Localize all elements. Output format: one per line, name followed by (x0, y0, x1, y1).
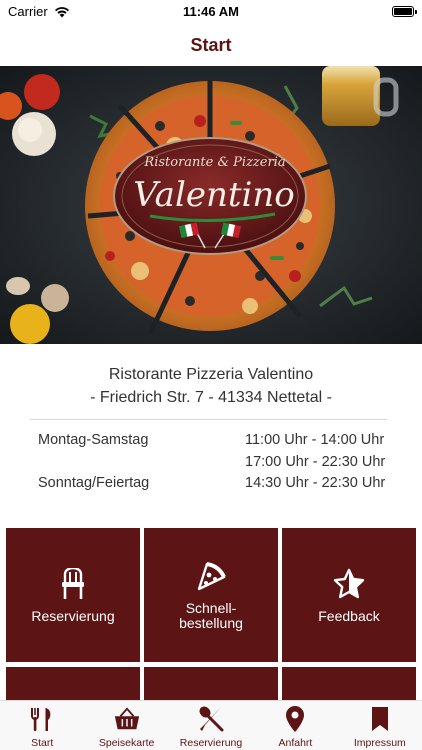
feedback-tile[interactable]: Feedback (282, 528, 416, 662)
hours-time: 14:30 Uhr - 22:30 Uhr (245, 475, 386, 491)
spoon-knife-icon (197, 705, 225, 733)
tab-speisekarte[interactable]: Speisekarte (84, 701, 168, 750)
chair-icon (56, 567, 90, 601)
map-pin-icon (281, 705, 309, 733)
restaurant-name: Ristorante Pizzeria Valentino (108, 366, 314, 383)
action-tiles: Reservierung Schnell- bestellung Feedbac… (0, 528, 422, 703)
bookmark-icon (366, 705, 394, 733)
logo-title: Valentino (133, 175, 295, 215)
partial-tile[interactable] (6, 667, 140, 703)
tab-start[interactable]: Start (0, 701, 84, 750)
navigation-bar: Start (0, 24, 422, 66)
status-bar: Carrier 11:46 AM (0, 0, 422, 24)
partial-tile[interactable] (282, 667, 416, 703)
tab-impressum[interactable]: Impressum (338, 701, 422, 750)
battery-icon (392, 6, 417, 17)
reservation-tile[interactable]: Reservierung (6, 528, 140, 662)
star-icon (332, 567, 366, 601)
tab-label: Anfahrt (278, 737, 313, 749)
quick-order-tile-label: Schnell- bestellung (179, 600, 243, 631)
partial-tile[interactable] (144, 667, 278, 703)
hero-image: Ristorante & Pizzeria Valentino (0, 66, 422, 344)
hours-time: 17:00 Uhr - 22:30 Uhr (245, 454, 386, 470)
tab-anfahrt[interactable]: Anfahrt (253, 701, 337, 750)
logo-subtitle: Ristorante & Pizzeria (143, 155, 285, 170)
fork-knife-icon (28, 705, 56, 733)
tab-label: Impressum (353, 737, 406, 749)
restaurant-info: Ristorante Pizzeria Valentino - Friedric… (0, 344, 422, 524)
pizza-slice-icon (194, 559, 228, 593)
reservation-tile-label: Reservierung (31, 607, 115, 624)
page-title: Start (190, 34, 232, 55)
status-time: 11:46 AM (183, 4, 239, 19)
feedback-tile-label: Feedback (318, 607, 380, 624)
quick-order-tile[interactable]: Schnell- bestellung (144, 528, 278, 662)
tab-bar: Start Speisekarte Reservierung Anfahrt I… (0, 700, 422, 750)
tab-label: Speisekarte (98, 737, 155, 749)
hours-time: 11:00 Uhr - 14:00 Uhr (245, 432, 385, 448)
hours-day: Montag-Samstag (38, 432, 149, 448)
tab-label: Start (31, 737, 54, 749)
divider (30, 419, 387, 420)
hours-day: Sonntag/Feiertag (38, 475, 150, 491)
basket-icon (113, 705, 141, 733)
restaurant-address: - Friedrich Str. 7 - 41334 Nettetal - (90, 389, 332, 406)
tab-label: Reservierung (179, 737, 243, 749)
tab-reservierung[interactable]: Reservierung (169, 701, 253, 750)
